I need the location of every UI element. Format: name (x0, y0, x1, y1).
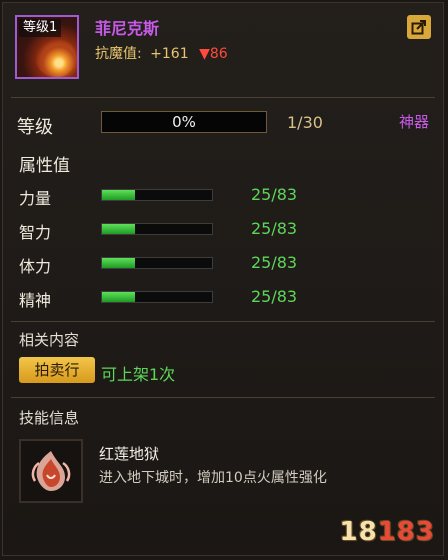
artifact-rarity-label: 神器 (398, 113, 429, 131)
stat-label-intelligence: 智力 (19, 223, 52, 242)
item-tooltip-panel: 等级1 菲尼克斯 抗魔值: +161 ▼86 等级 0% 1/30 神器 属性值… (2, 2, 444, 556)
phoenix-flame-icon-graphic (31, 451, 71, 491)
resist-down-value: ▼86 (199, 46, 228, 62)
item-name: 菲尼克斯 (95, 19, 160, 38)
watermark-part2: 183 (377, 517, 435, 547)
stats-header: 属性值 (19, 156, 70, 176)
stat-bar-vitality (101, 257, 213, 269)
stats-divider (11, 321, 435, 322)
stat-fill-1 (102, 224, 136, 234)
level-progress-text: 0% (172, 113, 196, 131)
level-progress-bar: 0% (101, 111, 267, 133)
stat-fill-2 (102, 258, 136, 268)
stat-bar-intelligence (101, 223, 213, 235)
stat-label-spirit: 精神 (19, 291, 52, 310)
resist-row: 抗魔值: +161 ▼86 (95, 43, 228, 63)
skill-description: 进入地下城时，增加10点火属性强化 (99, 470, 327, 486)
stat-label-vitality: 体力 (19, 257, 52, 276)
stat-value-spirit: 25/83 (251, 287, 298, 306)
stat-value-strength: 25/83 (251, 185, 298, 204)
site-watermark-logo: 18183 (340, 517, 435, 547)
stat-bar-spirit (101, 291, 213, 303)
level-label: 等级 (17, 117, 53, 138)
item-level-tag: 等级1 (19, 19, 62, 37)
stat-value-intelligence: 25/83 (251, 219, 298, 238)
external-share-icon (411, 20, 426, 35)
resist-label: 抗魔值: (95, 46, 142, 62)
resist-plus-value: +161 (150, 46, 189, 62)
related-divider (11, 397, 435, 398)
stat-fill-0 (102, 190, 136, 200)
skill-name: 红莲地狱 (99, 445, 160, 463)
stat-label-strength: 力量 (19, 189, 52, 208)
header-divider (11, 97, 435, 98)
stat-value-vitality: 25/83 (251, 253, 298, 272)
auction-house-button[interactable]: 拍卖行 (19, 357, 95, 383)
stat-fill-3 (102, 292, 136, 302)
sell-limit-text: 可上架1次 (101, 365, 176, 384)
related-content-header: 相关内容 (19, 331, 80, 349)
skill-info-header: 技能信息 (19, 409, 80, 427)
phoenix-flame-icon[interactable] (19, 439, 83, 503)
stat-bar-strength (101, 189, 213, 201)
flame-glow (35, 37, 75, 77)
level-count: 1/30 (287, 113, 323, 132)
phoenix-icon[interactable]: 等级1 (15, 15, 79, 79)
share-button[interactable] (407, 15, 431, 39)
watermark-part1: 18 (339, 517, 378, 547)
